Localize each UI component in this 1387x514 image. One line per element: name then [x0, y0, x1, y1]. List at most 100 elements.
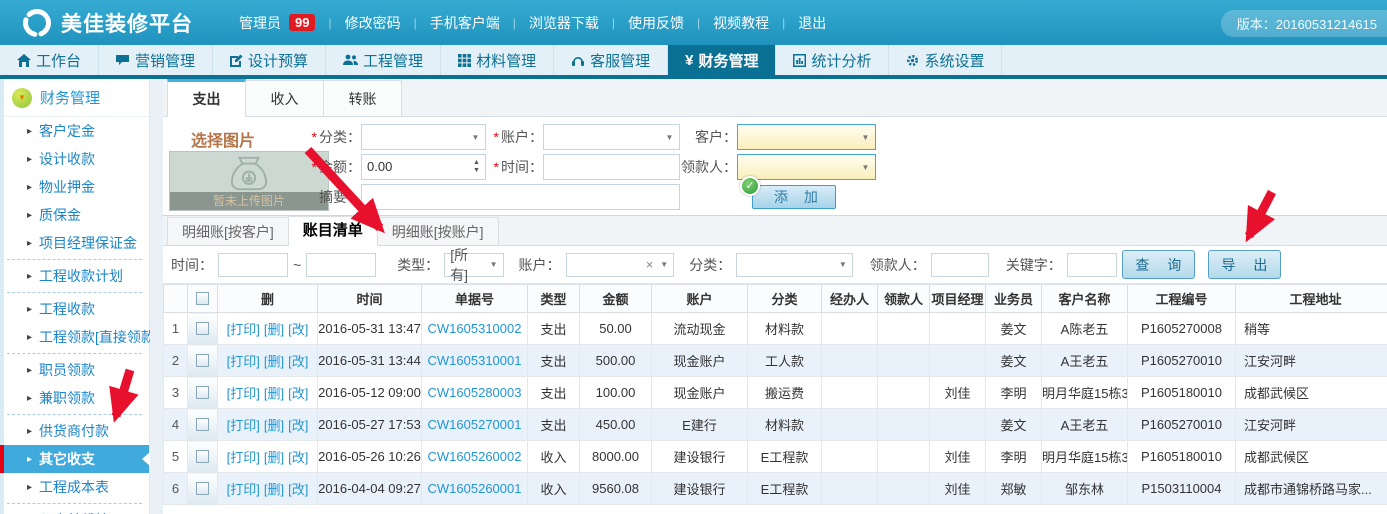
dropdown-arrow-icon: ▼ [467, 126, 484, 148]
print-link[interactable]: [打印] [227, 482, 260, 497]
keyword-filter-input[interactable] [1067, 253, 1117, 277]
print-link[interactable]: [打印] [227, 418, 260, 433]
delete-link[interactable]: [删] [264, 450, 284, 465]
subtab-1[interactable]: 账目清单 [288, 216, 378, 246]
notification-badge[interactable]: 99 [289, 14, 315, 31]
payee-select[interactable]: ▼ [737, 154, 876, 180]
sidebar-item-8[interactable]: ▸职员领款 [0, 356, 149, 384]
print-link[interactable]: [打印] [227, 386, 260, 401]
sidebar-item-4[interactable]: ▸项目经理保证金 [0, 229, 149, 257]
sidebar-item-7[interactable]: ▸工程领款[直接领款] [0, 323, 149, 351]
cell-project-address: 江安河畔 [1236, 409, 1387, 441]
row-checkbox[interactable] [196, 386, 209, 399]
sidebar-item-6[interactable]: ▸工程收款 [0, 295, 149, 323]
topbar-menu-item-2[interactable]: 浏览器下载 [529, 13, 599, 33]
row-checkbox-cell [188, 441, 218, 473]
subtab-0[interactable]: 明细账[按客户] [167, 217, 289, 245]
category-select[interactable]: ▼ [361, 124, 486, 150]
cell-category: 材料款 [748, 313, 822, 345]
row-checkbox[interactable] [196, 354, 209, 367]
topbar-menu-item-5[interactable]: 退出 [798, 13, 826, 33]
row-checkbox[interactable] [196, 418, 209, 431]
nav-item-6[interactable]: ¥财务管理 [668, 45, 776, 75]
nav-item-1[interactable]: 营销管理 [99, 45, 213, 75]
row-number: 6 [164, 473, 188, 505]
row-checkbox[interactable] [196, 322, 209, 335]
edit-link[interactable]: [改] [288, 482, 308, 497]
sidebar-item-0[interactable]: ▸客户定金 [0, 117, 149, 145]
doc-number-link[interactable]: CW1605260001 [428, 481, 522, 496]
topbar-menu-item-0[interactable]: 修改密码 [345, 13, 401, 33]
edit-link[interactable]: [改] [288, 450, 308, 465]
add-button[interactable]: ✓添 加 [752, 185, 836, 209]
sidebar-divider [7, 259, 142, 260]
stepper-arrows-icon[interactable]: ▲▼ [470, 156, 483, 178]
time-to-input[interactable] [306, 253, 376, 277]
doc-number-link[interactable]: CW1605270001 [428, 417, 522, 432]
payee-filter-input[interactable] [931, 253, 989, 277]
print-link[interactable]: [打印] [227, 450, 260, 465]
admin-menu-item[interactable]: 管理员 [239, 13, 281, 33]
edit-link[interactable]: [改] [288, 386, 308, 401]
tab-0[interactable]: 支出 [167, 79, 246, 117]
sidebar-item-5[interactable]: ▸工程收款计划 [0, 262, 149, 290]
account-filter-select[interactable]: ×▼ [566, 253, 675, 277]
amount-stepper[interactable]: 0.00 ▲▼ [361, 154, 486, 180]
sidebar-item-12[interactable]: ▸工程成本表 [0, 473, 149, 501]
edit-link[interactable]: [改] [288, 322, 308, 337]
edit-link[interactable]: [改] [288, 354, 308, 369]
nav-item-8[interactable]: 系统设置 [889, 45, 1002, 75]
summary-input[interactable] [361, 184, 680, 210]
row-checkbox[interactable] [196, 482, 209, 495]
doc-number-link[interactable]: CW1605310001 [428, 353, 522, 368]
nav-item-0[interactable]: 工作台 [0, 45, 99, 75]
cell-amount: 450.00 [580, 409, 652, 441]
search-button[interactable]: 查 询 [1122, 250, 1195, 279]
select-all-checkbox[interactable] [196, 292, 209, 305]
customer-select[interactable]: ▼ [737, 124, 876, 150]
topbar-menu-item-4[interactable]: 视频教程 [713, 13, 769, 33]
time-field-label: *时间： [486, 157, 543, 177]
subtab-2[interactable]: 明细账[按账户] [377, 217, 499, 245]
topbar-menu-item-1[interactable]: 手机客户端 [430, 13, 500, 33]
nav-item-2[interactable]: 设计预算 [213, 45, 326, 75]
sidebar-item-9[interactable]: ▸兼职领款 [0, 384, 149, 412]
account-select[interactable]: ▼ [543, 124, 680, 150]
nav-item-5[interactable]: 客服管理 [554, 45, 668, 75]
type-filter-label: 类型： [397, 255, 439, 275]
delete-link[interactable]: [删] [264, 482, 284, 497]
sidebar-item-label: 其它收支 [39, 449, 95, 469]
delete-link[interactable]: [删] [264, 418, 284, 433]
doc-number-link[interactable]: CW1605260002 [428, 449, 522, 464]
sidebar-item-11[interactable]: ▸其它收支 [0, 445, 149, 473]
type-filter-select[interactable]: [所有]▼ [444, 253, 503, 277]
nav-item-3[interactable]: 工程管理 [326, 45, 441, 75]
tab-1[interactable]: 收入 [245, 80, 324, 116]
delete-link[interactable]: [删] [264, 354, 284, 369]
sidebar-item-1[interactable]: ▸设计收款 [0, 145, 149, 173]
delete-link[interactable]: [删] [264, 386, 284, 401]
doc-number-link[interactable]: CW1605310002 [428, 321, 522, 336]
print-link[interactable]: [打印] [227, 354, 260, 369]
tab-2[interactable]: 转账 [323, 80, 402, 116]
nav-item-4[interactable]: 材料管理 [441, 45, 554, 75]
export-button[interactable]: 导 出 [1208, 250, 1281, 279]
delete-link[interactable]: [删] [264, 322, 284, 337]
sidebar-divider [7, 503, 142, 504]
time-from-input[interactable] [218, 253, 288, 277]
print-link[interactable]: [打印] [227, 322, 260, 337]
category-filter-select[interactable]: ▼ [736, 253, 853, 277]
sidebar-item-3[interactable]: ▸质保金 [0, 201, 149, 229]
triangle-right-icon: ▸ [27, 271, 32, 282]
clear-icon[interactable]: × [646, 257, 654, 272]
doc-number-link[interactable]: CW1605280003 [428, 385, 522, 400]
edit-link[interactable]: [改] [288, 418, 308, 433]
sidebar-item-13[interactable]: ▸入库单稽核 [0, 506, 149, 514]
time-input[interactable] [543, 154, 680, 180]
row-checkbox[interactable] [196, 450, 209, 463]
topbar-menu-item-3[interactable]: 使用反馈 [628, 13, 684, 33]
sidebar-item-10[interactable]: ▸供货商付款 [0, 417, 149, 445]
nav-item-7[interactable]: 统计分析 [776, 45, 889, 75]
sidebar-header[interactable]: ▼ 财务管理 [0, 79, 149, 117]
sidebar-item-2[interactable]: ▸物业押金 [0, 173, 149, 201]
